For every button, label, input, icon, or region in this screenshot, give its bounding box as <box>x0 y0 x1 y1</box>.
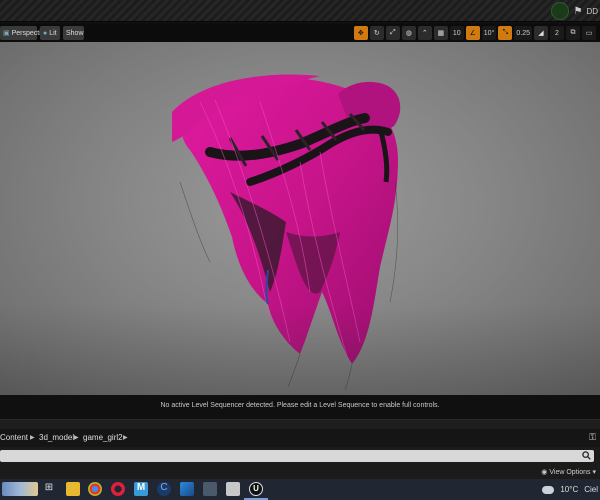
hair-model[interactable] <box>0 42 600 395</box>
breadcrumb-game-girl2[interactable]: game_girl2 <box>83 433 123 442</box>
grid-snap-icon[interactable]: ▦ <box>433 26 448 40</box>
scale-tool-icon[interactable]: ⤢ <box>385 26 400 40</box>
sequencer-status-bar: No active Level Sequencer detected. Plea… <box>0 395 600 419</box>
perspective-button[interactable]: ▣ Perspective <box>0 26 48 40</box>
scale-snap-icon[interactable]: ⤡ <box>498 26 513 40</box>
sequencer-message: No active Level Sequencer detected. Plea… <box>160 402 440 409</box>
title-bar: ⚑ DD <box>0 0 600 22</box>
camera-speed-icon[interactable]: ◢ <box>534 26 548 40</box>
lit-sphere-icon: ● <box>43 29 48 37</box>
calculator-icon[interactable] <box>203 482 217 496</box>
printer-icon[interactable] <box>226 482 240 496</box>
grid-snap-value[interactable]: 10 <box>449 26 464 40</box>
folder-icon[interactable] <box>66 482 80 496</box>
editor-window: ⚑ DD ▣ Perspective ● Lit Show ✥ ↻ ⤢ ◍ ⌃ … <box>0 0 600 500</box>
world-space-icon[interactable]: ◍ <box>401 26 416 40</box>
eye-icon: ◉ <box>541 469 548 476</box>
transform-tools: ✥ ↻ ⤢ ◍ ⌃ ▦ 10 ∠ 10° ⤡ 0.25 ◢ 2 ⧉ ▭ <box>353 26 596 40</box>
photos-icon[interactable] <box>180 482 194 496</box>
file-explorer-thumbnail-icon[interactable] <box>2 482 38 496</box>
chevron-down-icon: ▾ <box>592 469 596 476</box>
lock-icon[interactable]: ⚿ <box>589 432 596 443</box>
content-search-input[interactable] <box>0 450 594 462</box>
translate-tool-icon[interactable]: ✥ <box>353 26 368 40</box>
camera-speed-value[interactable]: 2 <box>550 26 564 40</box>
title-bar-controls: ⚑ DD <box>551 0 600 22</box>
level-viewport[interactable] <box>0 42 600 395</box>
camera-icon: ▣ <box>3 30 10 37</box>
layout-icon[interactable]: ▭ <box>582 26 596 40</box>
search-icon[interactable] <box>582 451 591 460</box>
view-options-button[interactable]: ◉ View Options ▾ <box>541 468 596 477</box>
breadcrumb-content[interactable]: Content <box>0 433 28 442</box>
angle-snap-value[interactable]: 10° <box>481 26 497 40</box>
surface-snap-icon[interactable]: ⌃ <box>417 26 432 40</box>
weather-cloud-icon[interactable] <box>542 485 555 494</box>
breadcrumb-3d-model[interactable]: 3d_model <box>39 433 74 442</box>
chrome-icon[interactable] <box>88 482 102 496</box>
temperature[interactable]: 10°C <box>560 485 578 494</box>
source-control-status-icon[interactable] <box>551 2 570 20</box>
system-tray: 10°C Ciel <box>542 479 600 500</box>
task-view-icon[interactable]: ⊞ <box>42 482 56 496</box>
breadcrumb-arrow-icon[interactable]: ▶ <box>123 434 128 441</box>
rotate-tool-icon[interactable]: ↻ <box>369 26 384 40</box>
breadcrumb-arrow-icon[interactable]: ▶ <box>74 434 79 441</box>
angle-snap-icon[interactable]: ∠ <box>465 26 480 40</box>
breadcrumb-arrow-icon[interactable]: ▶ <box>30 434 35 441</box>
app-c-icon[interactable]: C <box>157 482 171 496</box>
panel-divider[interactable] <box>0 419 600 429</box>
notification-icon[interactable]: ⚑ <box>573 6 582 17</box>
content-browser-path: Content ▶ 3d_model ▶ game_girl2 ▶ ⚿ <box>0 429 600 447</box>
content-options-row: ◉ View Options ▾ <box>0 467 600 479</box>
opera-icon[interactable] <box>111 482 125 496</box>
view-mode-lit-button[interactable]: ● Lit <box>40 26 60 40</box>
weather-label[interactable]: Ciel <box>584 485 598 494</box>
content-search-row <box>0 447 600 467</box>
app-m-icon[interactable]: M <box>134 482 148 496</box>
viewport-toolbar: ▣ Perspective ● Lit Show ✥ ↻ ⤢ ◍ ⌃ ▦ 10 … <box>0 24 600 42</box>
maximize-viewport-icon[interactable]: ⧉ <box>566 26 580 40</box>
unreal-engine-icon[interactable]: U <box>249 482 263 496</box>
window-title-fragment: DD <box>586 6 598 16</box>
show-button[interactable]: Show <box>63 26 84 40</box>
windows-taskbar: ⊞ M C U 10°C Ciel <box>0 479 600 500</box>
scale-snap-value[interactable]: 0.25 <box>514 26 532 40</box>
